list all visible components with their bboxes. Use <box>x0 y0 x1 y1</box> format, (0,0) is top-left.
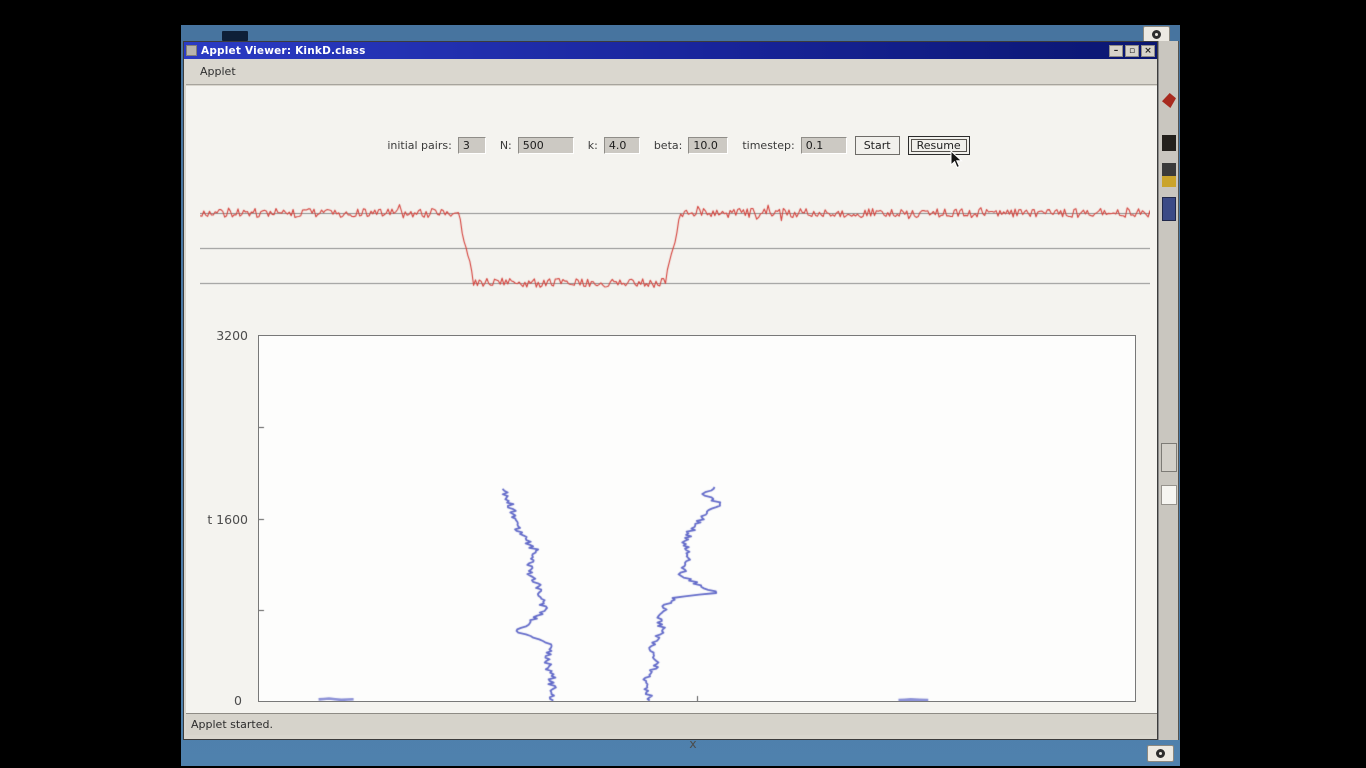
beta-label: beta: <box>653 139 683 152</box>
beta-field[interactable] <box>688 137 729 154</box>
gear-icon[interactable] <box>1147 745 1174 762</box>
applet-content: initial pairs: N: k: beta: timestep: Sta… <box>186 86 1157 751</box>
simulation-toolbar: initial pairs: N: k: beta: timestep: Sta… <box>186 136 1157 155</box>
desktop-icon-fragment-dark <box>1162 135 1176 151</box>
y-axis-label-0: 0 <box>234 693 242 708</box>
field-profile-chart <box>200 185 1150 300</box>
scrollbar-block <box>1161 485 1177 505</box>
n-field[interactable] <box>517 137 574 154</box>
menu-bar: Applet <box>186 59 1157 85</box>
k-field[interactable] <box>603 137 640 154</box>
n-label: N: <box>499 139 512 152</box>
y-axis-label-3200: 3200 <box>216 328 248 343</box>
close-button[interactable]: × <box>1141 44 1155 57</box>
window-title: Applet Viewer: KinkD.class <box>201 44 366 57</box>
background-window-fragment <box>222 31 248 41</box>
minimize-button[interactable]: – <box>1109 44 1123 57</box>
timestep-label: timestep: <box>742 139 795 152</box>
menu-item-applet[interactable]: Applet <box>194 65 242 78</box>
initial-pairs-label: initial pairs: <box>387 139 452 152</box>
status-bar: Applet started. <box>186 713 1157 735</box>
desktop-icon-fragment-red <box>1162 93 1176 108</box>
x-axis-title: x <box>689 736 697 751</box>
applet-viewer-window: Applet Viewer: KinkD.class – ▫ × Applet … <box>183 41 1158 751</box>
scrollbar-thumb[interactable] <box>1161 443 1177 472</box>
screen: Applet Viewer: KinkD.class – ▫ × Applet … <box>0 0 1366 768</box>
window-controls: – ▫ × <box>1109 44 1155 57</box>
start-button[interactable]: Start <box>854 136 900 155</box>
status-text: Applet started. <box>191 718 273 731</box>
gear-glyph <box>1152 30 1161 39</box>
y-axis-label-t-1600: t 1600 <box>207 512 248 527</box>
k-label: k: <box>587 139 598 152</box>
scrollbar[interactable] <box>1158 41 1179 740</box>
mouse-cursor <box>950 149 963 174</box>
maximize-button[interactable]: ▫ <box>1125 44 1139 57</box>
desktop-icon-fragment-gold <box>1162 163 1176 187</box>
window-icon <box>186 45 197 56</box>
gear-glyph <box>1156 749 1165 758</box>
desktop-icon-fragment-blue <box>1162 197 1176 221</box>
worldline-chart <box>258 335 1136 702</box>
title-bar[interactable]: Applet Viewer: KinkD.class – ▫ × <box>184 42 1157 59</box>
initial-pairs-field[interactable] <box>457 137 486 154</box>
timestep-field[interactable] <box>800 137 847 154</box>
